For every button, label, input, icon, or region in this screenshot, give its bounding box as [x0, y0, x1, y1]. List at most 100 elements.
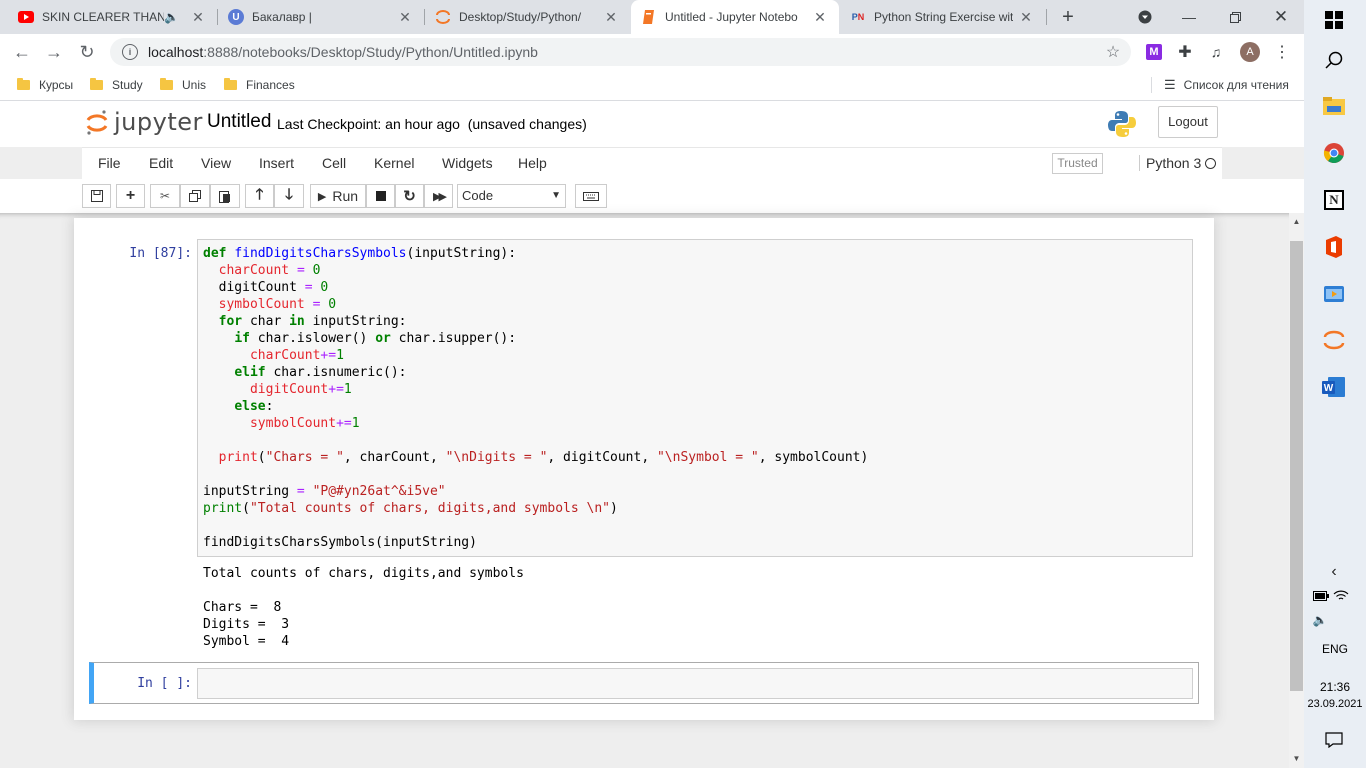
save-button[interactable]: [82, 184, 111, 208]
restart-run-all-button[interactable]: ▶▶: [424, 184, 453, 208]
cell-type-select[interactable]: Code ▼: [457, 184, 566, 208]
save-icon: [90, 190, 103, 202]
volume-icon[interactable]: 🔈: [1311, 607, 1329, 633]
bookmark-divider: [1151, 77, 1152, 93]
tab-title: Desktop/Study/Python/: [459, 10, 582, 24]
copy-button[interactable]: [180, 184, 210, 208]
scrollbar-thumb[interactable]: [1290, 241, 1303, 691]
trusted-indicator[interactable]: Trusted: [1052, 153, 1103, 174]
menu-edit[interactable]: Edit: [149, 155, 173, 171]
tab-pynative[interactable]: PN Python String Exercise with ✕: [840, 0, 1045, 34]
media-player-icon[interactable]: [1321, 281, 1347, 307]
notebook-icon: [641, 9, 657, 25]
close-tab-icon[interactable]: ✕: [189, 9, 207, 26]
logout-button[interactable]: Logout: [1158, 106, 1218, 138]
notebook-name[interactable]: Untitled: [207, 111, 271, 133]
url-text[interactable]: localhost:8888/notebooks/Desktop/Study/P…: [148, 44, 1101, 60]
empty-code-cell-editor[interactable]: [197, 668, 1193, 699]
media-control-icon[interactable]: ♫: [1206, 42, 1226, 62]
windows-start-icon[interactable]: [1321, 7, 1347, 33]
output-line: Chars = 8: [203, 600, 282, 615]
jupyter-logo[interactable]: jupyter: [86, 108, 203, 136]
move-down-button[interactable]: 🡓: [274, 184, 304, 208]
code-content[interactable]: def findDigitsCharsSymbols(inputString):…: [203, 245, 868, 551]
bookmark-label: Курсы: [39, 78, 74, 92]
menu-insert[interactable]: Insert: [259, 155, 294, 171]
tab-untitled-notebook[interactable]: Untitled - Jupyter Notebo ✕: [631, 0, 839, 34]
avatar[interactable]: A: [1240, 42, 1260, 62]
speaker-icon[interactable]: 🔈: [164, 10, 179, 24]
tab-search-button[interactable]: [1122, 0, 1168, 34]
bookmark-star-icon[interactable]: ☆: [1101, 42, 1125, 62]
menu-kernel[interactable]: Kernel: [374, 155, 414, 171]
menu-kebab-icon[interactable]: ⋮: [1272, 42, 1292, 62]
kernel-name[interactable]: Python 3: [1139, 155, 1201, 171]
tab-divider: [1046, 9, 1047, 25]
chevron-left-icon[interactable]: ‹: [1321, 559, 1347, 585]
url-path: :8888/notebooks/Desktop/Study/Python/Unt…: [203, 44, 538, 60]
bookmark-unis[interactable]: Unis: [160, 76, 206, 94]
folder-icon: [160, 78, 173, 90]
back-button[interactable]: ←: [10, 40, 34, 64]
paste-icon: [219, 190, 230, 203]
search-icon[interactable]: [1321, 47, 1347, 73]
restart-button[interactable]: ↻: [395, 184, 424, 208]
close-tab-icon[interactable]: ✕: [811, 9, 829, 26]
extension-m-icon[interactable]: M: [1144, 42, 1164, 62]
jupyter-header: jupyter Untitled Last Checkpoint: an hou…: [0, 101, 1304, 147]
extensions-puzzle-icon[interactable]: ✚: [1175, 42, 1195, 62]
close-tab-icon[interactable]: ✕: [1017, 9, 1035, 26]
clock-date[interactable]: 23.09.2021: [1304, 698, 1366, 710]
tab-bakalavr[interactable]: U Бакалавр | ✕: [218, 0, 424, 34]
menu-view[interactable]: View: [201, 155, 231, 171]
scroll-up-arrow[interactable]: ▲: [1289, 215, 1304, 229]
interrupt-button[interactable]: [366, 184, 395, 208]
menu-file[interactable]: File: [98, 155, 121, 171]
bookmark-study[interactable]: Study: [90, 76, 143, 94]
file-explorer-icon[interactable]: [1321, 93, 1347, 119]
menu-help[interactable]: Help: [518, 155, 547, 171]
bookmark-kursy[interactable]: Курсы: [17, 76, 73, 94]
scroll-down-arrow[interactable]: ▼: [1289, 752, 1304, 766]
close-window-button[interactable]: ✕: [1258, 0, 1304, 34]
close-tab-icon[interactable]: ✕: [602, 9, 620, 26]
paste-button[interactable]: [210, 184, 240, 208]
u-icon: U: [228, 9, 244, 25]
site-info-icon[interactable]: i: [122, 44, 138, 60]
move-up-button[interactable]: 🡑: [245, 184, 274, 208]
clock-time[interactable]: 21:36: [1304, 680, 1366, 694]
reload-button[interactable]: ↻: [75, 40, 99, 64]
command-palette-button[interactable]: [575, 184, 607, 208]
tab-jupyter-tree[interactable]: Desktop/Study/Python/ ✕: [425, 0, 630, 34]
close-tab-icon[interactable]: ✕: [396, 9, 414, 26]
cell-type-value: Code: [462, 188, 494, 203]
reading-list-button[interactable]: ☰ Список для чтения: [1164, 76, 1289, 94]
arrow-up-icon: 🡑: [255, 185, 264, 203]
notifications-icon[interactable]: [1321, 727, 1347, 753]
address-bar[interactable]: i localhost:8888/notebooks/Desktop/Study…: [110, 38, 1131, 66]
language-indicator[interactable]: ENG: [1304, 642, 1366, 656]
wifi-icon[interactable]: [1332, 583, 1350, 609]
cell-output: Total counts of chars, digits,and symbol…: [203, 565, 524, 650]
menu-cell[interactable]: Cell: [322, 155, 346, 171]
tab-youtube[interactable]: SKIN CLEARER THAN C 🔈 ✕: [8, 0, 217, 34]
forward-button[interactable]: →: [42, 40, 66, 64]
notion-icon[interactable]: N: [1321, 187, 1347, 213]
jupyter-app-icon[interactable]: [1321, 327, 1347, 353]
restore-button[interactable]: [1212, 0, 1258, 34]
bookmarks-bar: Курсы Study Unis Finances ☰ Список для ч…: [0, 70, 1304, 101]
chrome-icon[interactable]: [1321, 140, 1347, 166]
cut-button[interactable]: ✂: [150, 184, 180, 208]
word-icon[interactable]: W: [1321, 374, 1347, 400]
office-icon[interactable]: [1321, 234, 1347, 260]
plus-icon: +: [125, 187, 136, 204]
new-tab-button[interactable]: +: [1055, 4, 1081, 30]
minimize-button[interactable]: —: [1166, 0, 1212, 34]
arrow-down-icon: 🡓: [285, 185, 293, 203]
menu-widgets[interactable]: Widgets: [442, 155, 493, 171]
insert-cell-button[interactable]: +: [116, 184, 145, 208]
bookmark-finances[interactable]: Finances: [224, 76, 295, 94]
battery-icon[interactable]: [1312, 583, 1330, 609]
reading-list-label: Список для чтения: [1183, 78, 1289, 92]
run-button[interactable]: ▶ Run: [310, 184, 366, 208]
